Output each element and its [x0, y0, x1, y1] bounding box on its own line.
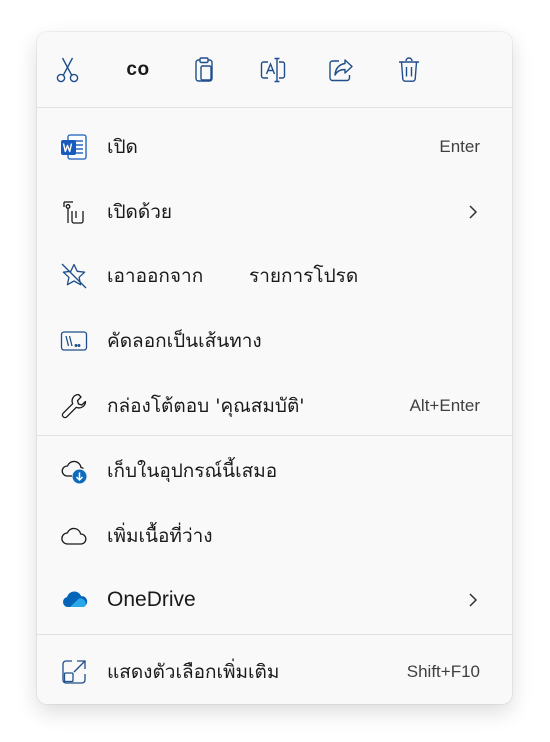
menu-item-label: เพิ่มเนื้อที่ว่าง — [107, 525, 213, 547]
menu-item-open-with[interactable]: เปิดด้วย — [37, 184, 512, 240]
menu-item-open[interactable]: เปิด Enter — [37, 119, 512, 175]
chevron-right-icon — [469, 593, 478, 607]
menu-item-label: เก็บในอุปกรณ์นี้เสมอ — [107, 460, 278, 482]
menu-item-label: เปิดด้วย — [107, 201, 173, 223]
onedrive-icon — [59, 585, 89, 615]
star-off-icon — [59, 261, 89, 291]
menu-item-copy-as-path[interactable]: คัดลอกเป็นเส้นทาง — [37, 313, 512, 369]
delete-button[interactable] — [389, 50, 429, 90]
divider — [37, 634, 512, 635]
scissors-icon — [56, 57, 79, 83]
context-menu-toolbar: co — [37, 32, 512, 107]
share-icon — [329, 59, 353, 82]
cloud-download-icon — [59, 456, 89, 486]
menu-item-free-up-space[interactable]: เพิ่มเนื้อที่ว่าง — [37, 508, 512, 564]
menu-item-properties[interactable]: กล่องโต้ตอบ 'คุณสมบัติ' Alt+Enter — [37, 378, 512, 434]
rename-button[interactable] — [253, 50, 293, 90]
menu-item-always-keep-on-device[interactable]: เก็บในอุปกรณ์นี้เสมอ — [37, 443, 512, 499]
menu-item-shortcut: Alt+Enter — [409, 396, 480, 415]
chevron-right-icon — [469, 205, 478, 219]
cloud-icon — [59, 521, 89, 551]
wrench-icon — [59, 391, 89, 421]
copy-label: co — [126, 59, 150, 80]
word-document-icon — [59, 132, 89, 162]
divider — [37, 107, 512, 108]
menu-item-label: เอาออกจาก — [107, 265, 204, 287]
menu-item-label-continued: รายการโปรด — [249, 265, 359, 287]
cut-button[interactable] — [48, 50, 88, 90]
menu-item-label: เปิด — [107, 136, 138, 158]
menu-item-label: แสดงตัวเลือกเพิ่มเติม — [107, 661, 280, 683]
menu-item-show-more-options[interactable]: แสดงตัวเลือกเพิ่มเติม Shift+F10 — [37, 644, 512, 700]
menu-item-remove-favorites[interactable]: เอาออกจาก รายการโปรด — [37, 248, 512, 304]
menu-item-label: คัดลอกเป็นเส้นทาง — [107, 330, 262, 352]
share-button[interactable] — [321, 50, 361, 90]
clipboard-icon — [195, 57, 213, 82]
more-options-icon — [59, 657, 89, 687]
context-menu: co เปิด Enter เปิดด้วย เอาออกจาก รายการโ… — [37, 32, 512, 704]
menu-item-shortcut: Enter — [439, 137, 480, 156]
menu-item-label: กล่องโต้ตอบ 'คุณสมบัติ' — [107, 395, 305, 417]
divider — [37, 435, 512, 436]
menu-item-label: OneDrive — [107, 588, 196, 611]
menu-item-onedrive[interactable]: OneDrive — [37, 572, 512, 628]
copy-button[interactable]: co — [118, 50, 158, 90]
trash-icon — [399, 57, 419, 82]
menu-item-shortcut: Shift+F10 — [406, 662, 480, 681]
paste-button[interactable] — [184, 50, 224, 90]
open-with-icon — [59, 197, 89, 227]
copy-path-icon — [59, 326, 89, 356]
rename-icon — [260, 57, 286, 83]
